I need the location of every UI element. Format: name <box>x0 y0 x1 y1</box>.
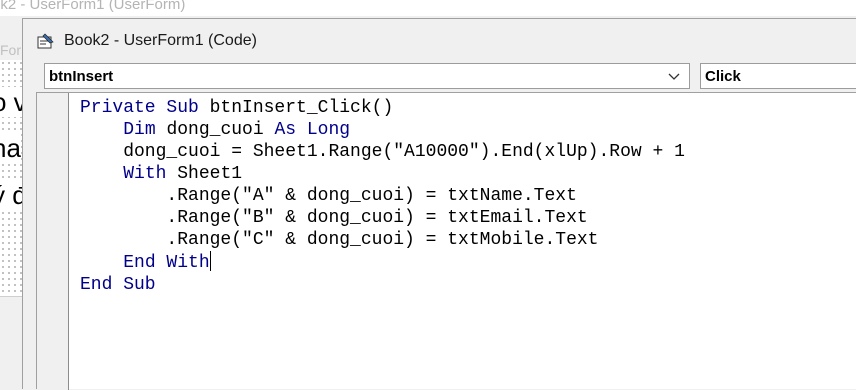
code-window-titlebar[interactable]: Book2 - UserForm1 (Code) <box>23 19 856 57</box>
code-token: .Range("B" & dong_cuoi) = txtEmail.Text <box>80 208 588 228</box>
designer-titlebar[interactable]: ok2 - UserForm1 (UserForm) <box>0 0 856 16</box>
code-line[interactable]: With Sheet1 <box>80 163 685 185</box>
designer-strip-label: For <box>0 42 21 58</box>
designer-strip: For <box>0 38 22 60</box>
code-keyword: As Long <box>274 120 351 140</box>
code-window: Book2 - UserForm1 (Code) btnInsert Click… <box>22 18 856 390</box>
code-line[interactable]: .Range("A" & dong_cuoi) = txtName.Text <box>80 185 685 207</box>
code-window-icon <box>37 33 54 49</box>
code-token: dong_cuoi <box>166 120 275 140</box>
object-dropdown-value: btnInsert <box>49 68 114 85</box>
code-token: dong_cuoi = Sheet1.Range("A10000").End(x… <box>80 142 685 162</box>
code-line[interactable]: .Range("C" & dong_cuoi) = txtMobile.Text <box>80 229 685 251</box>
procedure-dropdown[interactable]: Click <box>700 63 856 89</box>
code-token: .Range("C" & dong_cuoi) = txtMobile.Text <box>80 230 599 250</box>
code-line[interactable]: End With <box>80 251 685 274</box>
code-editor[interactable]: Private Sub btnInsert_Click() Dim dong_c… <box>36 92 856 390</box>
code-line[interactable]: .Range("B" & dong_cuoi) = txtEmail.Text <box>80 207 685 229</box>
code-keyword: Private Sub <box>80 98 210 118</box>
code-keyword: End With <box>123 253 210 273</box>
form-label[interactable]: na <box>0 133 21 163</box>
code-keyword: With <box>123 164 178 184</box>
code-text[interactable]: Private Sub btnInsert_Click() Dim dong_c… <box>80 97 685 296</box>
code-line[interactable]: Dim dong_cuoi As Long <box>80 119 685 141</box>
code-keyword: Dim <box>123 120 167 140</box>
designer-title: ok2 - UserForm1 (UserForm) <box>0 0 186 13</box>
code-window-title: Book2 - UserForm1 (Code) <box>64 32 257 49</box>
code-line[interactable]: Private Sub btnInsert_Click() <box>80 97 685 119</box>
code-line[interactable]: End Sub <box>80 274 685 296</box>
userform-canvas[interactable]: o v na ý đ <box>0 60 27 297</box>
text-caret <box>209 251 211 271</box>
code-token: .Range("A" & dong_cuoi) = txtName.Text <box>80 186 577 206</box>
procedure-dropdown-value: Click <box>705 68 741 85</box>
margin-indicator-bar[interactable] <box>37 93 69 390</box>
chevron-down-icon[interactable] <box>668 71 680 81</box>
code-token: btnInsert_Click() <box>209 98 394 118</box>
code-token: Sheet1 <box>177 164 243 184</box>
code-line[interactable]: dong_cuoi = Sheet1.Range("A10000").End(x… <box>80 141 685 163</box>
code-keyword: End Sub <box>80 275 156 295</box>
object-dropdown[interactable]: btnInsert <box>44 63 690 89</box>
